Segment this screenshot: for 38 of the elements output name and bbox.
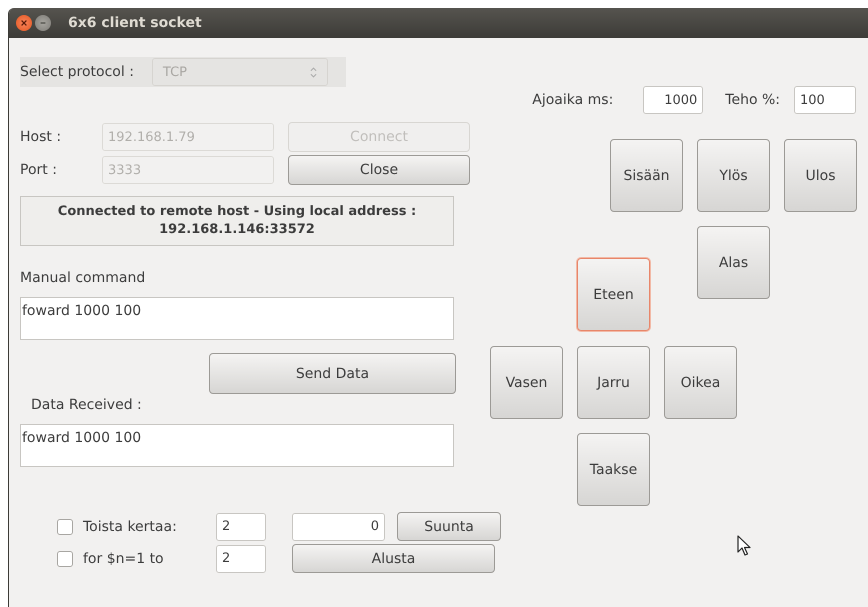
command-field[interactable]: foward 1000 100 — [20, 297, 454, 340]
direction-button[interactable]: Oikea — [664, 346, 737, 419]
direction-button[interactable]: Ylös — [697, 139, 770, 212]
close-icon — [20, 19, 28, 27]
checkbox-label: Toista kertaa: — [83, 518, 178, 534]
field-label: Port : — [20, 162, 58, 178]
direction-button[interactable]: Sisään — [610, 139, 683, 212]
field-label: Teho %: — [725, 92, 780, 108]
value-field[interactable]: 0 — [292, 512, 385, 540]
direction-button[interactable]: Taakse — [577, 433, 650, 506]
field-label: Host : — [20, 129, 62, 145]
checkbox-label: for $n=1 to — [83, 550, 165, 566]
count-field[interactable]: 2 — [216, 512, 266, 540]
direction-button[interactable]: Ulos — [784, 139, 857, 212]
mouse-cursor-icon — [737, 535, 751, 557]
action-button[interactable]: Suunta — [397, 512, 501, 541]
action-button[interactable]: Alusta — [292, 544, 495, 573]
field-label: Data Received : — [30, 397, 143, 413]
direction-button[interactable]: Jarru — [577, 346, 650, 419]
direction-button[interactable]: Vasen — [490, 346, 563, 419]
field-label: Ajoaika ms: — [532, 92, 614, 108]
close-button[interactable] — [16, 15, 32, 31]
checkbox[interactable] — [57, 518, 73, 534]
direction-button[interactable]: Alas — [697, 226, 770, 299]
runtime-field[interactable]: 1000 — [643, 86, 704, 114]
field-label: Select protocol : — [20, 64, 134, 80]
minimize-button[interactable] — [35, 15, 51, 31]
window-title: 6x6 client socket — [68, 15, 202, 31]
send-data-button[interactable]: Send Data — [209, 353, 456, 394]
count-field[interactable]: 2 — [216, 544, 266, 572]
status-message: Connected to remote host - Using local address : 192.168.1.146:33572 — [20, 196, 454, 246]
field-label: Manual command — [20, 270, 146, 286]
power-field[interactable]: 100 — [794, 86, 856, 114]
received-field: foward 1000 100 — [20, 424, 454, 467]
connection-button[interactable]: Close — [288, 155, 470, 185]
spinner-arrows-icon — [310, 66, 317, 78]
direction-button[interactable]: Eteen — [577, 258, 650, 331]
checkbox[interactable] — [57, 550, 73, 566]
